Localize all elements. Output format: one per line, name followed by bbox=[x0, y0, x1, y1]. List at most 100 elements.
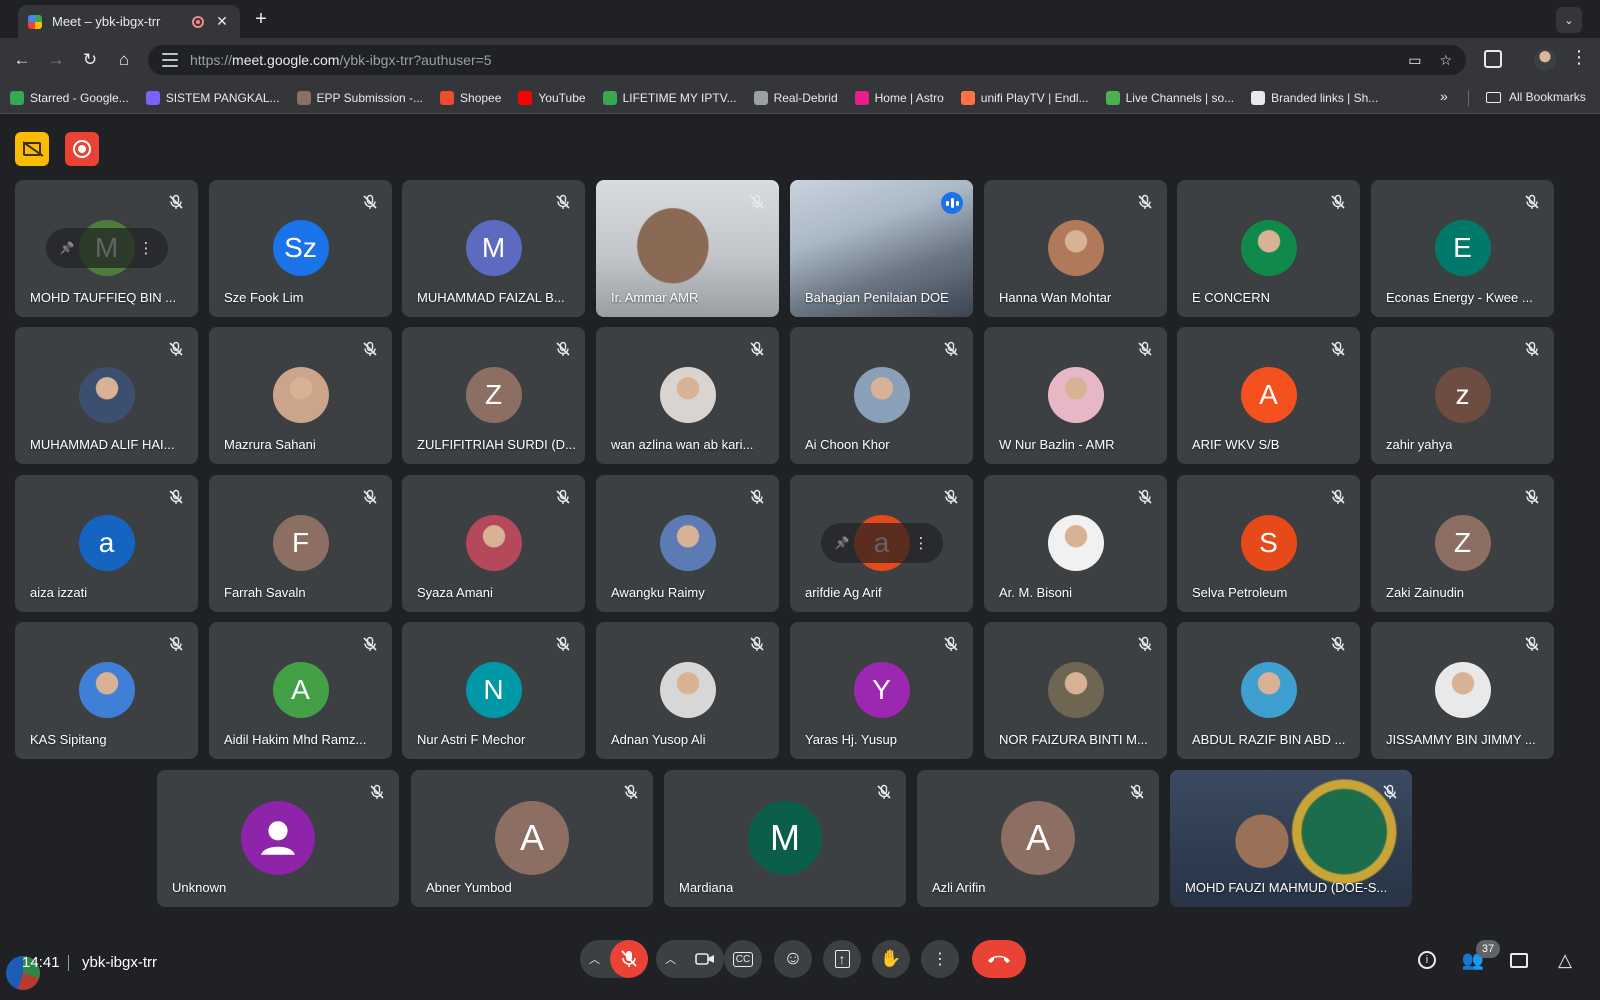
tab-close-icon[interactable]: ✕ bbox=[214, 13, 230, 30]
participant-name: Sze Fook Lim bbox=[224, 290, 304, 305]
more-options-button[interactable]: ⋮ bbox=[921, 940, 959, 978]
participant-tile[interactable]: A Abner Yumbod bbox=[411, 770, 653, 907]
mic-off-icon bbox=[168, 341, 184, 357]
more-vert-icon[interactable]: ⋮ bbox=[138, 239, 153, 257]
tab-search-button[interactable]: ⌄ bbox=[1556, 7, 1582, 33]
participant-tile[interactable]: E CONCERN bbox=[1177, 180, 1360, 317]
video-settings-chevron-icon[interactable]: ︿ bbox=[665, 951, 676, 967]
participant-tile[interactable]: M MUHAMMAD FAIZAL B... bbox=[402, 180, 585, 317]
profile-avatar[interactable] bbox=[1534, 49, 1556, 71]
bookmark-star-icon[interactable]: ☆ bbox=[1439, 52, 1452, 69]
mic-off-icon bbox=[168, 636, 184, 652]
all-bookmarks-button[interactable]: All Bookmarks bbox=[1486, 90, 1586, 104]
activities-icon[interactable]: △ bbox=[1552, 948, 1578, 972]
back-icon[interactable]: ← bbox=[6, 44, 38, 76]
participant-tile[interactable]: Ai Choon Khor bbox=[790, 327, 973, 464]
participant-tile[interactable]: MOHD FAUZI MAHMUD (DOE-S... bbox=[1170, 770, 1412, 907]
site-info-icon[interactable] bbox=[162, 53, 178, 67]
home-icon[interactable]: ⌂ bbox=[108, 44, 140, 76]
participant-photo bbox=[1434, 662, 1491, 718]
meeting-code: ybk-ibgx-trr bbox=[82, 954, 158, 971]
participant-tile[interactable]: Y Yaras Hj. Yusup bbox=[790, 622, 973, 759]
participant-tile[interactable]: Ir. Ammar AMR bbox=[596, 180, 779, 317]
bookmark-item[interactable]: YouTube bbox=[518, 90, 586, 105]
mic-off-icon bbox=[362, 636, 378, 652]
participant-tile[interactable]: MUHAMMAD ALIF HAI... bbox=[15, 327, 198, 464]
bookmark-item[interactable]: Shopee bbox=[440, 90, 501, 105]
pin-icon[interactable]: 📌 bbox=[835, 536, 850, 550]
microphone-toggle-button[interactable] bbox=[610, 940, 648, 978]
participant-tile[interactable]: W Nur Bazlin - AMR bbox=[984, 327, 1167, 464]
participant-tile[interactable]: ABDUL RAZIF BIN ABD ... bbox=[1177, 622, 1360, 759]
bookmark-item[interactable]: Starred - Google... bbox=[10, 90, 129, 105]
bookmark-item[interactable]: Real-Debrid bbox=[753, 90, 838, 105]
bookmark-favicon-icon bbox=[753, 90, 768, 105]
participant-tile[interactable]: Hanna Wan Mohtar bbox=[984, 180, 1167, 317]
forward-icon[interactable]: → bbox=[40, 44, 72, 76]
captions-button[interactable]: CC bbox=[724, 940, 762, 978]
participant-avatar bbox=[241, 801, 315, 875]
bookmark-item[interactable]: Home | Astro bbox=[854, 90, 944, 105]
participant-tile[interactable]: Bahagian Penilaian DOE bbox=[790, 180, 973, 317]
leave-call-button[interactable] bbox=[972, 940, 1026, 978]
captions-off-badge[interactable] bbox=[15, 132, 49, 166]
meeting-details-icon[interactable]: i bbox=[1414, 948, 1440, 972]
participant-tile[interactable]: Z ZULFIFITRIAH SURDI (D... bbox=[402, 327, 585, 464]
participant-tile[interactable]: Sz Sze Fook Lim bbox=[209, 180, 392, 317]
participant-tile[interactable]: M Mardiana bbox=[664, 770, 906, 907]
camera-toggle-button[interactable] bbox=[686, 940, 724, 978]
participant-tile[interactable]: z zahir yahya bbox=[1371, 327, 1554, 464]
bookmark-item[interactable]: LIFETIME MY IPTV... bbox=[602, 90, 737, 105]
participant-tile[interactable]: E Econas Energy - Kwee ... bbox=[1371, 180, 1554, 317]
participant-tile[interactable]: Mazrura Sahani bbox=[209, 327, 392, 464]
participant-name: Hanna Wan Mohtar bbox=[999, 290, 1112, 305]
reload-icon[interactable]: ↻ bbox=[74, 44, 106, 76]
recording-badge[interactable] bbox=[65, 132, 99, 166]
participant-tile[interactable]: NOR FAIZURA BINTI M... bbox=[984, 622, 1167, 759]
audio-settings-chevron-icon[interactable]: ︿ bbox=[589, 951, 600, 967]
mic-off-icon bbox=[1382, 784, 1398, 800]
address-bar[interactable]: https://meet.google.com/ybk-ibgx-trr?aut… bbox=[148, 45, 1466, 75]
participant-tile[interactable]: F Farrah Savaln bbox=[209, 475, 392, 612]
participant-tile[interactable]: Unknown bbox=[157, 770, 399, 907]
participant-tile[interactable]: wan azlina wan ab kari... bbox=[596, 327, 779, 464]
bookmark-favicon-icon bbox=[602, 90, 617, 105]
participant-tile[interactable]: Ar. M. Bisoni bbox=[984, 475, 1167, 612]
bookmark-item[interactable]: Branded links | Sh... bbox=[1251, 90, 1378, 105]
participant-tile[interactable]: a📌⋮arifdie Ag Arif bbox=[790, 475, 973, 612]
browser-tab-meet[interactable]: Meet – ybk-ibgx-trr ✕ bbox=[18, 5, 240, 38]
mic-off-icon bbox=[623, 784, 639, 800]
bookmark-item[interactable]: SISTEM PANGKAL... bbox=[145, 90, 280, 105]
participant-tile[interactable]: A Aidil Hakim Mhd Ramz... bbox=[209, 622, 392, 759]
participant-tile[interactable]: a aiza izzati bbox=[15, 475, 198, 612]
participant-tile[interactable]: Syaza Amani bbox=[402, 475, 585, 612]
participant-tile[interactable]: Awangku Raimy bbox=[596, 475, 779, 612]
browser-menu-icon[interactable]: ⋮ bbox=[1570, 47, 1588, 68]
participant-tile[interactable]: Z Zaki Zainudin bbox=[1371, 475, 1554, 612]
url-text[interactable]: https://meet.google.com/ybk-ibgx-trr?aut… bbox=[190, 52, 1390, 68]
captions-off-icon bbox=[23, 142, 41, 156]
participant-tile[interactable]: Adnan Yusop Ali bbox=[596, 622, 779, 759]
participant-tile[interactable]: N Nur Astri F Mechor bbox=[402, 622, 585, 759]
participant-tile[interactable]: A Azli Arifin bbox=[917, 770, 1159, 907]
extensions-icon[interactable] bbox=[1484, 50, 1502, 68]
participant-tile[interactable]: JISSAMMY BIN JIMMY ... bbox=[1371, 622, 1554, 759]
reactions-button[interactable]: ☺ bbox=[774, 940, 812, 978]
mic-off-icon bbox=[1330, 194, 1346, 210]
participant-tile[interactable]: A ARIF WKV S/B bbox=[1177, 327, 1360, 464]
camera-in-use-icon[interactable]: ▭ bbox=[1408, 52, 1421, 69]
pin-icon[interactable]: 📌 bbox=[60, 241, 75, 255]
bookmark-item[interactable]: EPP Submission -... bbox=[296, 90, 423, 105]
bookmark-item[interactable]: unifi PlayTV | Endl... bbox=[960, 90, 1089, 105]
more-vert-icon[interactable]: ⋮ bbox=[913, 534, 928, 552]
chat-icon[interactable] bbox=[1506, 948, 1532, 972]
emoji-icon: ☺ bbox=[783, 948, 803, 969]
bookmark-item[interactable]: Live Channels | so... bbox=[1105, 90, 1234, 105]
raise-hand-button[interactable]: ✋ bbox=[872, 940, 910, 978]
present-screen-button[interactable]: ↑ bbox=[823, 940, 861, 978]
participant-tile[interactable]: M📌⋮MOHD TAUFFIEQ BIN ... bbox=[15, 180, 198, 317]
bookmarks-overflow-icon[interactable]: » bbox=[1440, 88, 1448, 104]
participant-tile[interactable]: S Selva Petroleum bbox=[1177, 475, 1360, 612]
participant-tile[interactable]: KAS Sipitang bbox=[15, 622, 198, 759]
new-tab-button[interactable]: + bbox=[250, 8, 272, 31]
